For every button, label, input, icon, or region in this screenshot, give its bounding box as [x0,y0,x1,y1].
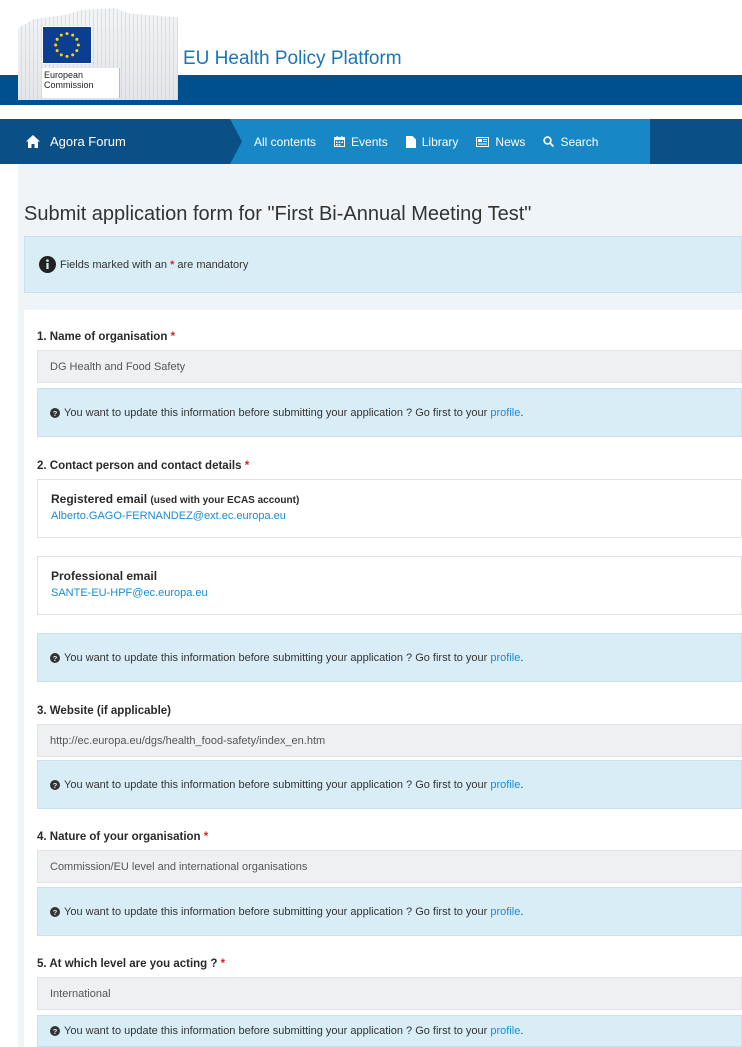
info-icon [39,256,56,273]
profile-update-notice: ? You want to update this information be… [37,633,742,682]
notice-text: You want to update this information befo… [64,778,488,791]
svg-text:?: ? [53,654,58,663]
nav-item-all-contents[interactable]: All contents [254,135,316,149]
nav-item-label: All contents [254,134,317,149]
nav-home-label: Agora Forum [50,134,126,149]
required-star: * [244,460,250,472]
nav-right-band [650,119,742,164]
notice-text: You want to update this information befo… [64,1025,488,1037]
registered-email-card: Registered email (used with your ECAS ac… [37,479,742,538]
registered-email-heading: Registered email [51,492,148,506]
question-5-text: 5. At which level are you acting ? [37,958,218,970]
acting-level-field[interactable]: International [37,977,742,1010]
page-title: Submit application form for "First Bi-An… [24,203,532,225]
svg-text:?: ? [53,1027,58,1036]
notice-text: You want to update this information befo… [64,905,488,918]
profile-link[interactable]: profile [490,407,520,419]
question-2-label: 2. Contact person and contact details * [37,460,249,472]
organisation-name-field[interactable]: DG Health and Food Safety [37,350,742,383]
required-star: * [170,331,176,343]
question-circle-icon: ? [50,779,60,790]
nav-item-label: Library [421,134,459,149]
search-icon [543,136,555,147]
logo-text-line1: European [44,70,84,80]
required-star: * [170,258,175,271]
question-1-text: 1. Name of organisation [37,331,168,343]
question-5-label: 5. At which level are you acting ? * [37,958,225,970]
svg-text:?: ? [53,781,58,790]
profile-link[interactable]: profile [490,652,520,664]
website-field[interactable]: http://ec.europa.eu/dgs/health_food-safe… [37,724,742,757]
nav-item-label: Events [351,134,388,149]
question-3-label: 3. Website (if applicable) [37,705,171,717]
required-star: * [203,831,209,843]
question-4-text: 4. Nature of your organisation [37,831,201,843]
question-circle-icon: ? [50,1026,60,1036]
profile-update-notice: ? You want to update this information be… [37,1015,742,1047]
question-3-text: 3. Website (if applicable) [37,705,171,717]
nav-home[interactable]: Agora Forum [0,119,230,164]
profile-update-notice: ? You want to update this information be… [37,388,742,437]
mandatory-prefix: Fields marked with an [60,258,167,271]
site-title[interactable]: EU Health Policy Platform [183,48,402,70]
registered-email-note: (used with your ECAS account) [150,495,300,506]
mandatory-fields-notice: Fields marked with an * are mandatory [24,236,742,293]
profile-link[interactable]: profile [490,779,520,791]
professional-email-title: Professional email [51,569,158,583]
svg-text:?: ? [53,409,58,418]
professional-email-value[interactable]: SANTE-EU-HPF@ec.europa.eu [51,587,741,599]
question-1-label: 1. Name of organisation * [37,331,175,343]
logo-text: European Commission [42,68,120,98]
calendar-icon [334,136,346,147]
notice-text: You want to update this information befo… [64,406,488,419]
eu-flag-icon [42,26,92,64]
question-4-label: 4. Nature of your organisation * [37,831,208,843]
nav-item-label: News [495,134,526,149]
question-circle-icon: ? [50,407,60,418]
file-icon [405,135,416,148]
question-2-text: 2. Contact person and contact details [37,460,242,472]
profile-update-notice: ? You want to update this information be… [37,760,742,809]
nav-item-search[interactable]: Search [543,135,598,149]
required-star: * [220,958,226,970]
organisation-nature-field[interactable]: Commission/EU level and international or… [37,850,742,883]
nav-item-label: Search [560,134,599,149]
svg-text:?: ? [53,908,58,917]
question-circle-icon: ? [50,652,60,663]
home-icon [26,135,40,148]
registered-email-value[interactable]: Alberto.GAGO-FERNANDEZ@ext.ec.europa.eu [51,510,741,522]
main-navigation: Agora Forum All contents Events Library … [0,119,742,164]
newspaper-icon [476,136,490,147]
notice-end: . [520,1025,524,1037]
nav-item-library[interactable]: Library [405,134,459,149]
nav-item-news[interactable]: News [476,135,525,149]
notice-end: . [520,905,524,918]
profile-link[interactable]: profile [490,906,520,918]
notice-end: . [520,406,524,419]
notice-end: . [520,651,524,664]
european-commission-logo[interactable]: European Commission [18,8,178,104]
mandatory-suffix: are mandatory [177,258,249,271]
notice-text: You want to update this information befo… [64,651,488,664]
notice-end: . [520,778,524,791]
profile-link[interactable]: profile [490,1025,520,1037]
nav-item-events[interactable]: Events [334,135,388,149]
professional-email-card: Professional email SANTE-EU-HPF@ec.europ… [37,556,742,615]
logo-text-line2: Commission [44,80,94,90]
profile-update-notice: ? You want to update this information be… [37,887,742,936]
question-circle-icon: ? [50,906,60,917]
nav-menu: All contents Events Library News Search [230,119,650,164]
registered-email-title: Registered email (used with your ECAS ac… [51,492,741,506]
